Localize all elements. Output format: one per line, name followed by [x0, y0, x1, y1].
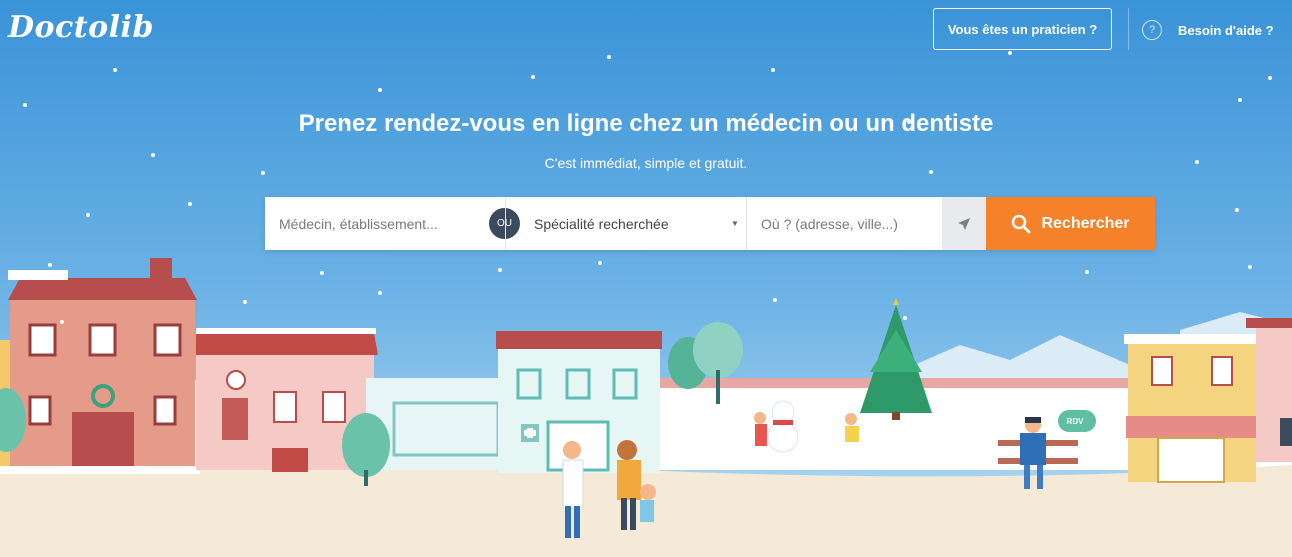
- doctolib-logo[interactable]: Doctolib: [8, 10, 154, 45]
- winter-village-illustration: RDV: [0, 0, 1292, 557]
- location-input[interactable]: [747, 197, 942, 250]
- help-link[interactable]: ? Besoin d'aide ?: [1142, 20, 1274, 40]
- help-icon: ?: [1142, 20, 1162, 40]
- rdv-badge: RDV: [1067, 417, 1085, 426]
- header-divider: [1128, 8, 1129, 50]
- snowman: [767, 400, 799, 453]
- specialty-select-value: Spécialité recherchée: [534, 215, 669, 232]
- practitioner-search-input[interactable]: [265, 197, 505, 250]
- help-label: Besoin d'aide ?: [1178, 22, 1274, 38]
- search-bar: OU Spécialité recherchée ▼ Rechercher: [265, 197, 1155, 250]
- location-arrow-icon: [958, 217, 970, 230]
- specialty-select[interactable]: Spécialité recherchée: [506, 197, 746, 250]
- building-right: [1124, 318, 1292, 483]
- magnifier-icon: [1012, 214, 1031, 233]
- geolocate-button[interactable]: [942, 197, 986, 250]
- hero-title: Prenez rendez-vous en ligne chez un méde…: [298, 110, 994, 137]
- caret-down-icon: ▼: [731, 219, 739, 228]
- building-left: [0, 258, 200, 474]
- search-button-label: Rechercher: [1041, 214, 1130, 232]
- search-button[interactable]: Rechercher: [986, 197, 1155, 250]
- practitioner-button[interactable]: Vous êtes un praticien ?: [933, 8, 1112, 50]
- hero-subtitle: C'est immédiat, simple et gratuit.: [544, 155, 748, 171]
